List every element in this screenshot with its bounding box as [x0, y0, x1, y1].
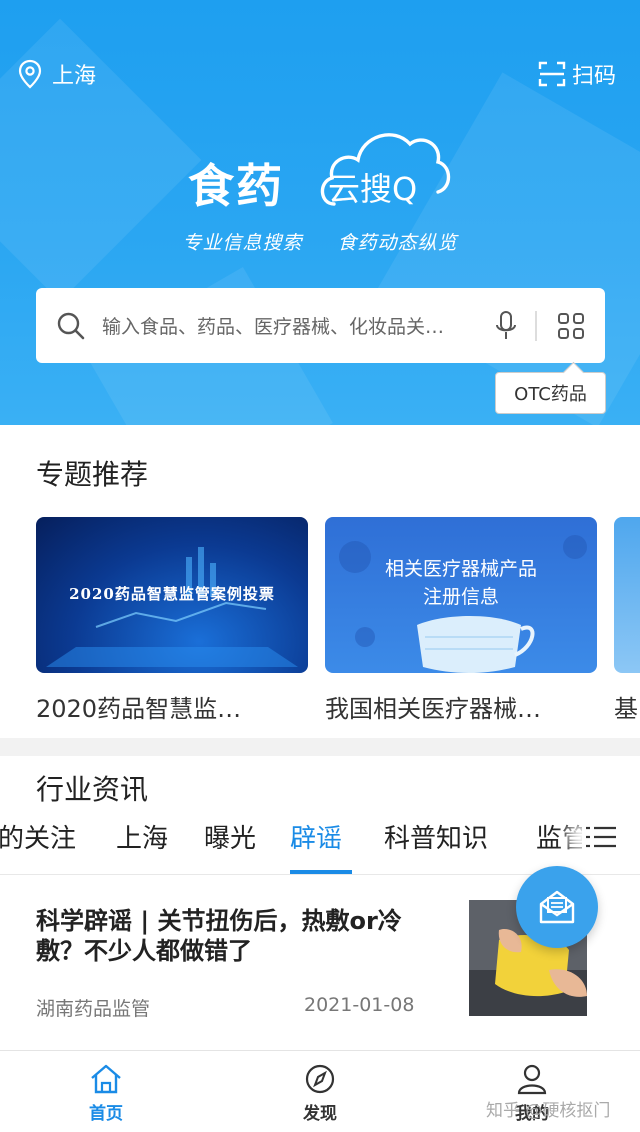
topic-card-image: 相关医疗器械产品 注册信息	[325, 517, 597, 673]
topic-card-image-text: 相关医疗器械产品 注册信息	[325, 555, 597, 611]
tabbar-discover[interactable]: 发现	[270, 1063, 370, 1124]
brand-subtitle: 云搜Q	[328, 170, 418, 208]
topic-card-caption: 基	[614, 695, 638, 723]
home-icon	[91, 1064, 121, 1094]
location-label: 上海	[52, 64, 97, 89]
tabbar-discover-label: 发现	[303, 1104, 337, 1124]
grid-menu-icon[interactable]	[557, 312, 585, 340]
scan-button[interactable]: 扫码	[538, 58, 616, 90]
watermark: 知乎 @硬核抠门	[486, 1101, 611, 1121]
tab-shanghai[interactable]: 上海	[116, 818, 168, 855]
scan-label: 扫码	[571, 64, 616, 89]
tab-exposure[interactable]: 曝光	[204, 818, 256, 855]
category-tooltip[interactable]: OTC药品	[495, 372, 606, 414]
microphone-icon[interactable]	[495, 310, 517, 342]
feedback-button[interactable]	[516, 866, 598, 948]
tab-following[interactable]: 的关注	[0, 818, 76, 855]
hero-banner: 上海 扫码 食药 云搜Q 专业信息搜索 食药动态纵览 输入食品、药品、医疗器械、…	[0, 0, 640, 425]
topic-card-image: 2020药品智慧监管案例投票	[36, 517, 308, 673]
user-icon	[517, 1064, 547, 1095]
article-title[interactable]: 科学辟谣 | 关节扭伤后，热敷or冷敷？不少人都做错了	[36, 906, 436, 966]
search-icon	[57, 312, 85, 339]
location-selector[interactable]: 上海	[18, 58, 96, 90]
article-source: 湖南药品监管	[36, 998, 151, 1020]
tab-science[interactable]: 科普知识	[384, 818, 488, 855]
tab-rumor-busting[interactable]: 辟谣	[290, 818, 342, 855]
topic-card-image	[614, 517, 640, 673]
search-divider	[535, 310, 537, 341]
scan-icon	[538, 61, 566, 87]
topic-card-image-text: 2020药品智慧监管案例投票	[69, 585, 275, 603]
tabs-menu-button[interactable]	[582, 824, 618, 850]
tagline: 专业信息搜索 食药动态纵览	[0, 228, 640, 255]
app-logo: 食药 云搜Q	[188, 122, 458, 213]
list-menu-icon	[586, 826, 616, 848]
news-tab-bar: 的关注 上海 曝光 辟谣 科普知识 监管	[0, 818, 640, 874]
topics-section: 专题推荐 2020药品智慧监管案例投票 2020药品智慧监… 相关医疗器械产品 …	[0, 425, 640, 738]
topic-card-caption: 2020药品智慧监…	[36, 695, 242, 723]
location-pin-icon	[18, 59, 42, 89]
topic-card[interactable]: 相关医疗器械产品 注册信息 我国相关医疗器械…	[325, 517, 597, 724]
topic-card-caption: 我国相关医疗器械…	[325, 695, 541, 723]
tab-regulation[interactable]: 监管	[536, 818, 588, 855]
topic-card[interactable]: 基	[614, 517, 640, 724]
tabbar-home-label: 首页	[89, 1104, 123, 1124]
tagline-left: 专业信息搜索	[182, 232, 303, 254]
topics-title: 专题推荐	[36, 458, 149, 491]
article-date: 2021-01-08	[304, 994, 415, 1016]
search-input[interactable]: 输入食品、药品、医疗器械、化妆品关…	[102, 312, 495, 339]
topic-card[interactable]: 2020药品智慧监管案例投票 2020药品智慧监…	[36, 517, 308, 724]
compass-icon	[305, 1064, 335, 1094]
search-bar[interactable]: 输入食品、药品、医疗器械、化妆品关…	[36, 288, 605, 363]
tagline-right: 食药动态纵览	[337, 232, 458, 254]
topic-card-image-line: 相关医疗器械产品	[384, 558, 537, 580]
mail-icon	[539, 890, 575, 924]
topic-card-image-line: 注册信息	[422, 586, 499, 608]
brand-title: 食药	[188, 159, 284, 213]
news-title: 行业资讯	[36, 773, 149, 806]
tabbar-home[interactable]: 首页	[56, 1063, 156, 1124]
